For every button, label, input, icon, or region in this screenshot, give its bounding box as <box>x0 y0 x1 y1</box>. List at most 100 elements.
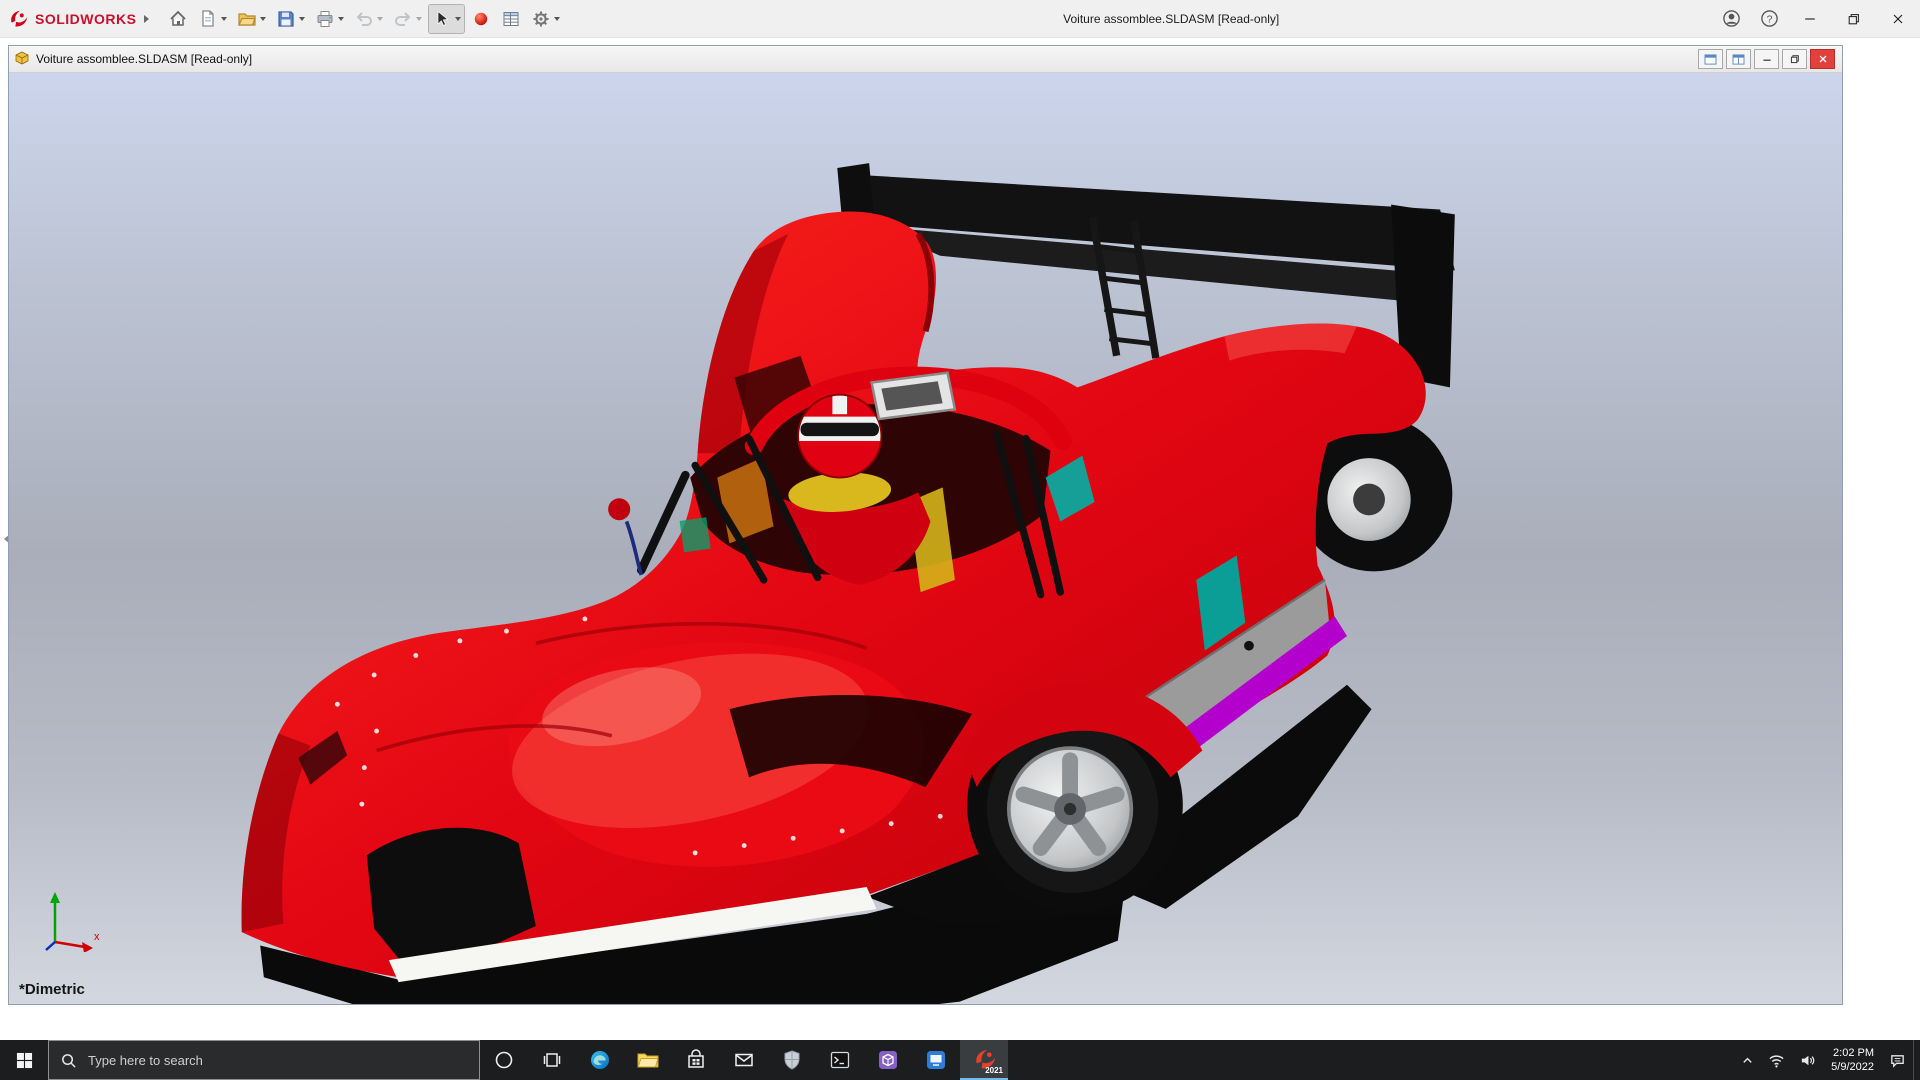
app-title: Voiture assomblee.SLDASM [Read-only] <box>1063 11 1280 26</box>
doc-close-button[interactable] <box>1810 49 1835 69</box>
assembly-file-icon <box>15 51 29 65</box>
document-window: Voiture assomblee.SLDASM [Read-only] x *… <box>8 45 1843 1005</box>
cube-app-icon <box>879 1051 897 1069</box>
volume-button[interactable] <box>1792 1040 1823 1080</box>
windows-logo-icon <box>16 1052 32 1068</box>
dropdown-caret-icon[interactable] <box>554 16 561 21</box>
dropdown-caret-icon[interactable] <box>416 16 423 21</box>
file-explorer-button[interactable] <box>624 1040 672 1080</box>
mouse-gestures-button[interactable] <box>468 5 494 33</box>
solidworks-logo: SOLIDWORKS <box>8 8 136 30</box>
search-input[interactable] <box>86 1051 468 1069</box>
standard-toolbar <box>163 0 565 37</box>
options-button[interactable] <box>528 5 563 33</box>
help-glyph: ? <box>1766 14 1772 25</box>
start-button[interactable] <box>0 1040 48 1080</box>
gear-icon <box>533 11 549 26</box>
edge-icon <box>591 1051 609 1069</box>
toolbar-expand-icon[interactable] <box>144 14 150 23</box>
dropdown-caret-icon[interactable] <box>299 16 306 21</box>
help-button[interactable]: ? <box>1750 0 1788 37</box>
dropdown-caret-icon[interactable] <box>221 16 228 21</box>
close-icon <box>1893 14 1903 23</box>
window-layout-button-1[interactable] <box>1698 49 1723 69</box>
doc-minimize-button[interactable] <box>1754 49 1779 69</box>
edge-button[interactable] <box>576 1040 624 1080</box>
dropdown-caret-icon[interactable] <box>260 16 267 21</box>
cortana-button[interactable] <box>480 1040 528 1080</box>
speaker-icon <box>1802 1055 1815 1065</box>
undo-icon <box>357 11 373 26</box>
new-document-button[interactable] <box>195 5 230 33</box>
rear-view-mirror <box>870 371 957 421</box>
tray-expand-button[interactable] <box>1734 1040 1761 1080</box>
help-icon: ? <box>1760 10 1778 27</box>
envelope-icon <box>735 1053 753 1067</box>
monitor-app-icon <box>927 1051 945 1069</box>
command-prompt-button[interactable] <box>816 1040 864 1080</box>
home-button[interactable] <box>165 5 191 33</box>
window-controls: ? <box>1712 0 1920 37</box>
taskbar-clock[interactable]: 2:02 PM 5/9/2022 <box>1823 1046 1882 1075</box>
graphics-viewport[interactable]: x *Dimetric <box>9 73 1842 1004</box>
document-window-controls <box>1698 49 1837 69</box>
solidworks-app: SOLIDWORKS Voiture assomblee.SLDASM [Rea… <box>0 0 1920 1080</box>
print-button[interactable] <box>312 5 347 33</box>
print-icon <box>317 10 333 27</box>
save-button[interactable] <box>273 5 308 33</box>
minimize-button[interactable] <box>1788 0 1832 37</box>
orientation-triad: x <box>45 892 100 952</box>
window-split-icon <box>1732 53 1745 65</box>
mdi-area: Voiture assomblee.SLDASM [Read-only] x *… <box>0 38 1920 1040</box>
account-button[interactable] <box>1712 0 1750 37</box>
taskbar-search[interactable] <box>48 1040 480 1080</box>
triad-x-label: x <box>94 931 100 943</box>
window-layout-button-2[interactable] <box>1726 49 1751 69</box>
open-button[interactable] <box>234 5 269 33</box>
open-folder-icon <box>238 12 257 26</box>
undo-button[interactable] <box>351 5 386 33</box>
home-icon <box>170 10 187 26</box>
clock-time: 2:02 PM <box>1833 1046 1874 1059</box>
close-button[interactable] <box>1876 0 1920 37</box>
folder-icon <box>637 1053 659 1068</box>
cube-app-button[interactable] <box>864 1040 912 1080</box>
restore-button[interactable] <box>1832 0 1876 37</box>
task-view-button[interactable] <box>528 1040 576 1080</box>
doc-restore-button[interactable] <box>1782 49 1807 69</box>
show-desktop-button[interactable] <box>1913 1040 1920 1080</box>
action-center-button[interactable] <box>1882 1040 1913 1080</box>
minimize-icon <box>1805 17 1815 20</box>
select-button[interactable] <box>428 3 466 34</box>
notification-icon <box>1891 1054 1904 1068</box>
monitor-app-button[interactable] <box>912 1040 960 1080</box>
save-icon <box>278 10 295 27</box>
terminal-icon <box>830 1051 850 1069</box>
restore-icon <box>1848 13 1859 24</box>
dropdown-caret-icon[interactable] <box>338 16 345 21</box>
cortana-icon <box>495 1051 513 1069</box>
new-document-icon <box>202 9 215 27</box>
minimize-icon <box>1762 59 1771 61</box>
app-titlebar: SOLIDWORKS Voiture assomblee.SLDASM [Rea… <box>0 0 1920 38</box>
mail-button[interactable] <box>720 1040 768 1080</box>
document-titlebar[interactable]: Voiture assomblee.SLDASM [Read-only] <box>9 46 1842 73</box>
network-button[interactable] <box>1761 1040 1792 1080</box>
store-bag-icon <box>688 1049 704 1068</box>
solidworks-version-badge: 2021 <box>985 1066 1003 1075</box>
view-orientation-label: *Dimetric <box>19 981 85 998</box>
dropdown-caret-icon[interactable] <box>377 16 384 21</box>
restore-icon <box>1790 55 1799 64</box>
xpress-products-button[interactable] <box>498 5 524 33</box>
document-title: Voiture assomblee.SLDASM [Read-only] <box>36 52 253 66</box>
dropdown-caret-icon[interactable] <box>455 16 462 21</box>
solidworks-brand: SOLIDWORKS <box>35 10 137 27</box>
redo-icon <box>395 11 411 26</box>
defender-button[interactable] <box>768 1040 816 1080</box>
solidworks-taskbar-button[interactable]: 2021 <box>960 1040 1008 1080</box>
chevron-up-icon <box>1743 1057 1752 1063</box>
store-button[interactable] <box>672 1040 720 1080</box>
redo-button[interactable] <box>390 5 425 33</box>
shield-icon <box>784 1050 800 1070</box>
task-view-icon <box>543 1053 561 1067</box>
